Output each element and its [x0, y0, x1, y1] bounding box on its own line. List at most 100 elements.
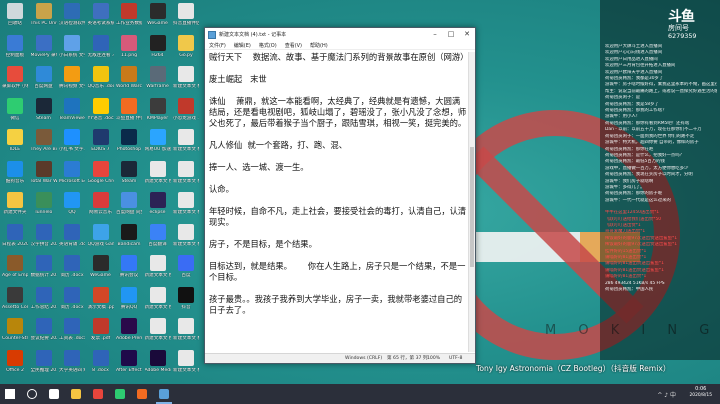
notepad-title: 新建文本文档 (4).txt - 记事本 — [219, 32, 287, 38]
desktop-icon-label: 新建文本文 档.txt — [144, 178, 171, 184]
menu-item[interactable]: 文件(F) — [209, 42, 226, 49]
desktop-icon-label: 新建文本文 档.txt — [173, 241, 199, 247]
text-paragraph: 捧一人、选一城、渡一生。 — [209, 162, 309, 172]
menu-item[interactable]: 编辑(E) — [234, 42, 251, 49]
douyu-icon[interactable] — [132, 384, 152, 404]
desktop-icon[interactable]: Adobe Media Encoder — [145, 349, 171, 387]
minimize-icon[interactable]: – — [427, 28, 443, 41]
desktop-icon-image — [35, 192, 52, 208]
desktop-icon[interactable]: 大学英语四 级.docx — [59, 349, 85, 387]
desktop-icon-label: They Are Billions — [30, 147, 57, 152]
chat-message: 游城牛：房子啥时候好得，乘我这里永本的不俺，画这里在家，我就要了 — [605, 82, 717, 88]
menu-item[interactable]: 查看(V) — [285, 42, 302, 49]
desktop-icon[interactable]: Office 2 — [2, 349, 28, 387]
desktop-icon-grid: 回收站 This PC Universal...汉语检测软件英语考试系统 .doc… — [0, 0, 210, 384]
menu-item[interactable]: 格式(O) — [259, 42, 277, 49]
explorer-icon[interactable] — [66, 384, 86, 404]
desktop-icon-image — [64, 349, 80, 366]
close-icon[interactable]: ✕ — [459, 28, 475, 41]
desktop-icon-label: 工作总结 2019122... — [30, 304, 57, 310]
desktop-icon-label: Google Chrome — [87, 178, 114, 184]
wechat-icon[interactable] — [110, 384, 130, 404]
desktop-icon-image — [35, 255, 52, 271]
desktop-icon-label: Bandicam — [117, 241, 141, 247]
chat-footer-line: 荷菊团员韩凯：中国人民 — [605, 287, 654, 293]
notepad-icon[interactable] — [154, 384, 174, 404]
desktop-icon-image — [178, 318, 194, 334]
desktop-icon-label: Warframe — [146, 84, 169, 89]
desktop-icon-label: 新建文本文 档.txt — [173, 147, 199, 152]
desktop-icon-image — [178, 129, 194, 145]
desktop-icon-image — [149, 223, 166, 240]
desktop-icon-label: 新建文本文 档(3)... — [144, 304, 171, 310]
text-paragraph: 诛仙 萧鼎，就这一本能看啊，太经典了，经典就是有遗憾，大圆满结局，还是看电视剧吧… — [209, 96, 467, 128]
desktop-icon-label: 抖音直播伴侣 — [173, 21, 199, 26]
desktop-icon-image — [7, 255, 23, 271]
notepad-window[interactable]: 新建文本文档 (4).txt - 记事本 – □ ✕ 文件(F) 编辑(E) 格式(… — [204, 27, 476, 364]
desktop-icon-label: 11.png — [120, 52, 138, 58]
taskbar: ^ ♪ 中 0:06 2020/8/15 — [0, 384, 720, 404]
text-paragraph: 目标达到，就是结果。 你在人生路上，房子只是一个结果，不是一个目标。 — [209, 261, 466, 282]
desktop-icon-image — [64, 66, 80, 82]
desktop-icon-image — [7, 160, 23, 177]
desktop-icon-label: 百度 — [181, 273, 191, 278]
desktop-icon-label: 控制面板 — [5, 52, 25, 58]
desktop-icon-image — [92, 3, 109, 19]
desktop-icon-image — [121, 349, 137, 366]
desktop-icon[interactable]: 8 .docx — [88, 349, 114, 387]
desktop-icon-label: 新建文本文 档.txt — [173, 84, 199, 89]
desktop-icon-image — [121, 318, 137, 334]
text-paragraph: 年轻时候，自命不凡，走上社会，要接受社会的毒打，认清自己，认清现实。 — [209, 206, 467, 227]
desktop-icon-label: 演示文稿 .pptx — [87, 304, 114, 310]
desktop-icon-label: 百度网盘 同步 — [116, 210, 142, 215]
desktop-icon-image — [149, 192, 166, 208]
system-tray[interactable]: ^ ♪ 中 — [657, 390, 676, 399]
search-icon[interactable] — [22, 384, 42, 404]
desktop-icon-label: 新建文本文 档(4)... — [173, 336, 199, 341]
desktop-icon-image — [35, 286, 52, 303]
desktop-icon-image — [92, 318, 109, 334]
desktop-icon-label: 工作业务数据 2020年... — [116, 21, 142, 26]
task-view-icon[interactable] — [44, 384, 64, 404]
maximize-icon[interactable]: □ — [443, 28, 459, 41]
desktop-icon[interactable]: 新建文本文 档.txt — [173, 349, 199, 387]
taskbar-clock[interactable]: 0:06 2020/8/15 — [689, 386, 712, 399]
desktop-icon-image — [121, 223, 137, 240]
desktop-icon-image — [121, 3, 137, 19]
scrollbar-thumb[interactable] — [470, 147, 474, 267]
desktop-icon-label: H264 — [151, 52, 164, 58]
desktop-icon-label: YY语音 .docx — [87, 115, 114, 121]
desktop-icon-image — [92, 255, 109, 271]
desktop-icon-image — [178, 192, 194, 208]
notepad-text-area[interactable]: 贼行天下 数据流、故事、基于魔法门系列的背景故事在原创（网游） 废土崛起 末世 诛仙… — [209, 52, 467, 352]
desktop-icon-label: 日程表 2020年 .docx — [2, 241, 28, 247]
desktop-icon-image — [92, 160, 109, 177]
desktop-icon-image — [7, 318, 23, 334]
start-icon[interactable] — [0, 384, 20, 404]
browser-icon[interactable] — [88, 384, 108, 404]
start-glyph — [5, 389, 15, 399]
desktop-icon-label: 百度网盘 — [34, 84, 53, 89]
desktop-icon-image — [7, 349, 23, 366]
douyu-glyph — [137, 389, 147, 399]
desktop-icon-image — [64, 129, 80, 145]
notepad-titlebar[interactable]: 新建文本文档 (4).txt - 记事本 – □ ✕ — [205, 28, 475, 41]
desktop-icon-image — [121, 34, 137, 51]
text-paragraph: 孩子最贵。。我孩子我养到大学毕业，房子一卖，我就带老婆过自己的日子去了。 — [209, 294, 463, 315]
desktop-icon-image — [149, 34, 166, 51]
vertical-scrollbar[interactable] — [468, 52, 475, 352]
desktop-icon-label: 会议纪要 2020021... — [30, 336, 57, 341]
douyu-logo: 斗鱼 房间号 6279359 — [668, 10, 710, 42]
desktop-icon-label: 斗鱼直播 伴侣 — [116, 115, 142, 121]
desktop-icon[interactable]: After Effects CC — [116, 349, 142, 387]
menu-item[interactable]: 帮助(H) — [310, 42, 328, 49]
desktop-icon-image — [35, 34, 52, 51]
desktop-icon-image — [7, 3, 23, 19]
desktop-icon[interactable]: 全民推理 2019121... — [31, 349, 57, 387]
desktop-icon-label: 8 .docx — [92, 367, 109, 373]
